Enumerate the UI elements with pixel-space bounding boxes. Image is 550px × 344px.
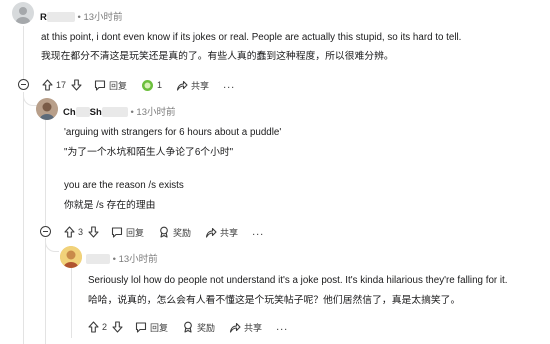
vote-count: 17 (56, 80, 67, 90)
upvote-icon[interactable] (42, 79, 53, 91)
thread-line-2[interactable] (45, 118, 46, 226)
comment-actions: 2 回复 奖励 共享 ... (88, 320, 302, 334)
timestamp[interactable]: 13小时前 (136, 107, 175, 118)
upvote-icon[interactable] (88, 321, 99, 333)
collapse-icon[interactable] (18, 79, 29, 90)
reply-icon (94, 79, 106, 91)
reply-label: 回复 (150, 322, 169, 333)
comment-text-zh: 我现在都分不清这是玩笑还是真的了。有些人真的蠢到这种程度，所以很难分辨。 (41, 51, 394, 62)
share-button[interactable]: 共享 (176, 79, 209, 92)
comment-text-en: at this point, i dont even know if its j… (41, 32, 462, 43)
share-icon (176, 80, 188, 91)
timestamp[interactable]: 13小时前 (119, 254, 158, 265)
more-icon: ... (276, 321, 289, 333)
award-label: 奖励 (197, 322, 216, 333)
thread-line-1-cont[interactable] (23, 92, 24, 344)
comment-actions: 3 回复 奖励 共享 ... (64, 225, 278, 239)
more-options-button[interactable]: ... (252, 226, 264, 238)
award-icon (160, 226, 168, 238)
thread-line-2-cont[interactable] (45, 238, 46, 344)
thread-curve-2 (23, 94, 37, 106)
reply-icon (111, 226, 123, 238)
avatar[interactable] (36, 98, 58, 120)
username-redacted (75, 107, 90, 118)
downvote-icon[interactable] (71, 79, 82, 91)
reply-button[interactable]: 回复 (111, 226, 144, 239)
comment-text-en: Seriously lol how do people not understa… (88, 275, 508, 286)
thread-curve-3 (45, 240, 59, 252)
quote-text-en: 'arguing with strangers for 6 hours abou… (64, 127, 282, 138)
separator: • (77, 12, 81, 23)
vote-group: 2 (88, 321, 123, 333)
share-icon (205, 227, 217, 238)
separator: • (112, 254, 116, 265)
reply-button[interactable]: 回复 (94, 79, 127, 92)
share-label: 共享 (220, 227, 239, 238)
more-options-button[interactable]: ... (276, 321, 288, 333)
share-label: 共享 (191, 80, 210, 91)
award-button[interactable]: 1 (141, 79, 162, 92)
share-button[interactable]: 共享 (205, 226, 238, 239)
timestamp[interactable]: 13小时前 (83, 12, 122, 23)
comment-text-zh: 哈哈，说真的，怎么会有人看不懂这是个玩笑帖子呢？他们居然信了，真是太搞笑了。 (88, 295, 461, 306)
default-avatar-icon (16, 7, 30, 24)
downvote-icon[interactable] (88, 226, 99, 238)
more-icon: ... (223, 79, 236, 91)
thread-line-3[interactable] (71, 268, 72, 338)
more-icon: ... (252, 226, 265, 238)
award-icon (142, 79, 154, 91)
share-icon (229, 322, 241, 333)
comment-text-en: you are the reason /s exists (64, 180, 184, 191)
username-redacted (46, 12, 75, 23)
award-button[interactable]: 奖励 (182, 321, 215, 334)
username-redacted (101, 107, 128, 118)
username-redacted[interactable] (86, 254, 110, 265)
share-button[interactable]: 共享 (229, 321, 262, 334)
comment-header: Ch Sh • 13小时前 (63, 104, 176, 118)
reply-label: 回复 (109, 80, 128, 91)
avatar[interactable] (60, 246, 82, 268)
vote-count: 3 (78, 227, 84, 237)
username[interactable]: R (40, 12, 47, 23)
award-button[interactable]: 奖励 (158, 226, 191, 239)
share-label: 共享 (244, 322, 263, 333)
comment-actions: 17 回复 1 共享 ... (42, 78, 249, 92)
reply-button[interactable]: 回复 (135, 321, 168, 334)
username-mid: Sh (89, 107, 102, 118)
user-avatar-icon (60, 246, 82, 268)
award-label: 奖励 (173, 227, 192, 238)
downvote-icon[interactable] (112, 321, 123, 333)
vote-group: 3 (64, 226, 99, 238)
vote-count: 2 (102, 322, 108, 332)
user-avatar-icon (36, 98, 58, 120)
award-count: 1 (157, 80, 163, 90)
vote-group: 17 (42, 79, 82, 91)
username[interactable]: Ch (63, 107, 76, 118)
quote-text-zh: "为了一个水坑和陌生人争论了6个小时" (64, 147, 234, 158)
thread-line-1[interactable] (23, 26, 24, 84)
reply-icon (135, 321, 147, 333)
comment-header: R • 13小时前 (40, 9, 123, 23)
avatar[interactable] (12, 2, 34, 24)
comment-header: • 13小时前 (86, 251, 158, 265)
comment-text-zh: 你就是 /s 存在的理由 (64, 200, 156, 211)
upvote-icon[interactable] (64, 226, 75, 238)
collapse-icon[interactable] (40, 226, 51, 237)
award-icon (184, 321, 192, 333)
more-options-button[interactable]: ... (223, 79, 235, 91)
separator: • (130, 107, 134, 118)
reply-label: 回复 (126, 227, 145, 238)
